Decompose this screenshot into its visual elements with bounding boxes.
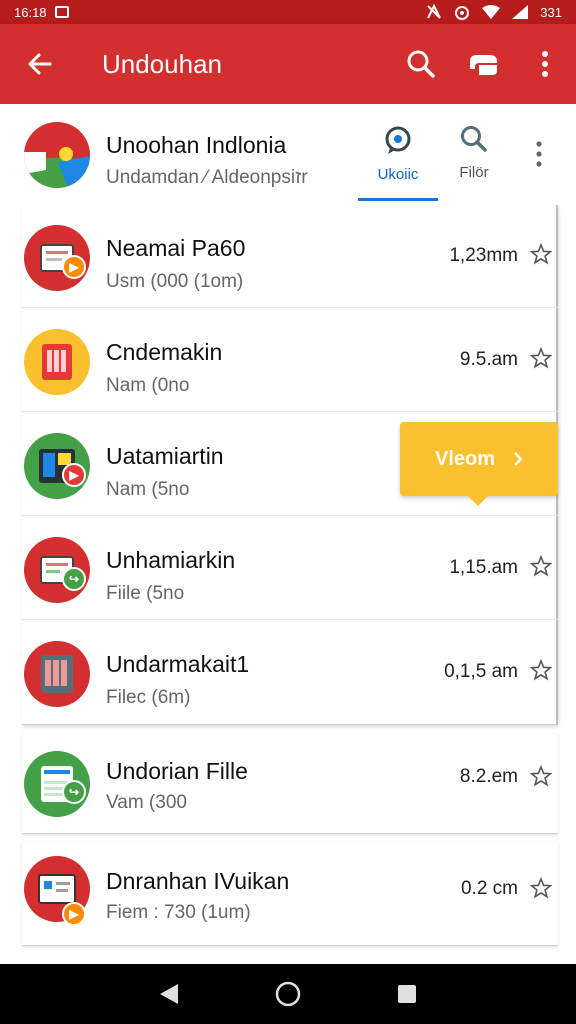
list-item[interactable]: ▶ Neamai Pa60 Usm (000 (1om) 1,23mm	[22, 205, 558, 308]
more-vert-icon	[542, 51, 548, 77]
file-name: Undarmakait1	[106, 651, 250, 677]
file-size: 9.5.am	[459, 349, 518, 370]
file-meta: Fiile (5no	[106, 583, 185, 604]
cloud-button[interactable]	[452, 24, 514, 104]
nav-home-button[interactable]	[268, 974, 308, 1014]
list-item-card[interactable]: ↪ Undorian Fille Vam (300 8.2.em	[22, 734, 558, 834]
search-icon	[461, 126, 487, 152]
folder-path: Undamdan ⁄ Aldeonpsiזr	[106, 167, 308, 188]
file-size: 1,15.am	[449, 557, 518, 578]
file-icon	[24, 329, 90, 395]
file-size: 8.2.em	[459, 766, 518, 787]
arrow-back-icon	[28, 53, 52, 75]
list-item[interactable]: ↪ Unhamiarkin Fiile (5no 1,15.am	[22, 517, 558, 620]
more-options-button[interactable]	[514, 24, 576, 104]
battery-level: 331	[540, 4, 562, 20]
file-meta: Fiem : 730 (1um)	[106, 902, 251, 923]
file-size: 0,1,5 am	[444, 661, 518, 682]
folder-title: Unoohan Indlonia	[106, 132, 287, 158]
play-badge-icon: ▶	[62, 902, 86, 926]
folder-header: Unoohan Indlonia Undamdan ⁄ Aldeonpsiזr …	[0, 104, 576, 204]
file-name: Neamai Pa60	[106, 235, 246, 261]
nav-recents-button[interactable]	[387, 974, 427, 1014]
triangle-back-icon	[160, 984, 179, 1004]
list-item[interactable]: Cndemakin Nam (0no 9.5.am	[22, 309, 558, 412]
more-vert-icon	[536, 141, 542, 167]
star-icon[interactable]	[530, 555, 552, 577]
list-item[interactable]: ↪ Undorian Fille Vam (300 8.2.em	[22, 734, 558, 834]
system-nav-bar	[0, 964, 576, 1024]
chevron-right-icon	[514, 452, 523, 466]
flag-logo-icon	[24, 122, 90, 188]
file-meta: Vam (300	[106, 792, 187, 813]
search-icon	[407, 50, 435, 78]
star-icon[interactable]	[530, 347, 552, 369]
search-button[interactable]	[390, 24, 452, 104]
folder-avatar	[24, 122, 90, 188]
share-badge-icon: ↪	[62, 780, 86, 804]
file-name: Dnranhan IVuikan	[106, 868, 290, 894]
list-item-card[interactable]: ▶ Dnranhan IVuikan Fiem : 730 (1um) 0.2 …	[22, 842, 558, 946]
circle-home-icon	[275, 981, 301, 1007]
status-time: 16:18	[14, 4, 47, 20]
list-item[interactable]: Undarmakait1 Filec (6m) 0,1,5 am	[22, 621, 558, 724]
tab-files[interactable]: Filör	[434, 124, 514, 204]
file-name: Undorian Fille	[106, 758, 248, 784]
header-more-button[interactable]	[522, 134, 556, 174]
file-meta: Nam (5no	[106, 479, 190, 500]
notification-icon	[54, 6, 69, 18]
file-icon	[24, 641, 90, 707]
square-recents-icon	[397, 985, 416, 1003]
file-size: 0.2 cm	[460, 878, 518, 899]
file-size: 1,23mm	[449, 245, 518, 266]
file-name: Unhamiarkin	[106, 547, 236, 573]
page-title: Undouhan	[102, 48, 222, 79]
file-name: Cndemakin	[106, 339, 223, 365]
tab-label: Ukoiic	[377, 166, 419, 183]
nfc-icon	[427, 4, 442, 19]
wifi-icon	[482, 5, 501, 19]
signal-icon	[512, 5, 529, 19]
star-icon[interactable]	[530, 659, 552, 681]
chat-bubble-icon	[385, 126, 411, 154]
back-button[interactable]	[0, 24, 80, 104]
cloud-icon	[470, 55, 497, 75]
star-icon[interactable]	[530, 765, 552, 787]
nav-back-button[interactable]	[149, 974, 189, 1014]
alarm-icon	[455, 6, 470, 20]
star-icon[interactable]	[530, 877, 552, 899]
status-bar: 16:18 331	[0, 0, 576, 24]
file-meta: Usm (000 (1om)	[106, 271, 244, 292]
file-name: Uatamiartin	[106, 443, 224, 469]
tab-label: Filör	[459, 164, 489, 181]
play-badge-icon: ▶	[62, 255, 86, 279]
app-bar: Undouhan	[0, 24, 576, 104]
view-button[interactable]: Vleom	[400, 422, 558, 506]
list-item[interactable]: ▶ Dnranhan IVuikan Fiem : 730 (1um) 0.2 …	[22, 842, 558, 946]
file-meta: Filec (6m)	[106, 687, 191, 708]
star-icon[interactable]	[530, 243, 552, 265]
share-badge-icon: ↪	[62, 567, 86, 591]
file-meta: Nam (0no	[106, 375, 190, 396]
tab-ukoiic[interactable]: Ukoiic	[358, 124, 438, 201]
play-badge-icon: ▶	[62, 463, 86, 487]
view-button-label: Vleom	[434, 447, 496, 470]
